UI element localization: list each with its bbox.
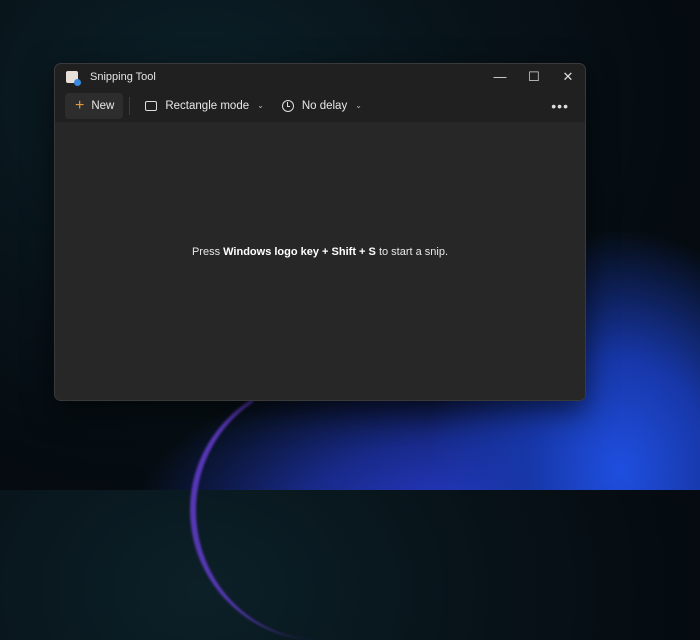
hint-plus: + — [319, 246, 332, 258]
chevron-down-icon: ⌄ — [257, 101, 264, 110]
hint-plus: + — [356, 246, 369, 258]
maximize-button[interactable]: ☐ — [517, 64, 551, 89]
toolbar-divider — [129, 96, 131, 115]
snip-mode-dropdown[interactable]: Rectangle mode ⌄ — [136, 93, 272, 119]
hint-key-windows: Windows logo key — [223, 246, 319, 258]
plus-icon: + — [75, 96, 85, 114]
toolbar: + New Rectangle mode ⌄ No delay ⌄ ••• — [55, 89, 585, 122]
hint-part: to start a snip. — [375, 246, 449, 258]
wallpaper-swirl — [190, 380, 450, 640]
window-title: Snipping Tool — [90, 70, 156, 83]
snipping-tool-window: Snipping Tool — ☐ ✕ + New Rectangle mode… — [54, 63, 586, 401]
hint-key-s: S — [368, 246, 376, 258]
title-bar: Snipping Tool — ☐ ✕ — [55, 64, 585, 89]
snip-area: Press Windows logo key + Shift + S to st… — [55, 122, 585, 400]
clock-icon — [281, 99, 294, 112]
close-button[interactable]: ✕ — [551, 64, 585, 89]
minimize-button[interactable]: — — [483, 64, 517, 89]
mode-label: Rectangle mode — [165, 99, 250, 112]
more-options-button[interactable]: ••• — [545, 98, 575, 114]
hint-part: Press — [191, 246, 224, 258]
hint-text: Press Windows logo key + Shift + S to st… — [192, 246, 448, 258]
delay-dropdown[interactable]: No delay ⌄ — [273, 93, 371, 119]
new-button[interactable]: + New — [65, 92, 124, 119]
rectangle-icon — [145, 100, 158, 111]
chevron-down-icon: ⌄ — [355, 101, 362, 110]
new-label: New — [91, 99, 115, 112]
hint-key-shift: Shift — [331, 246, 356, 258]
delay-label: No delay — [301, 99, 348, 112]
snipping-tool-app-icon — [66, 70, 81, 86]
